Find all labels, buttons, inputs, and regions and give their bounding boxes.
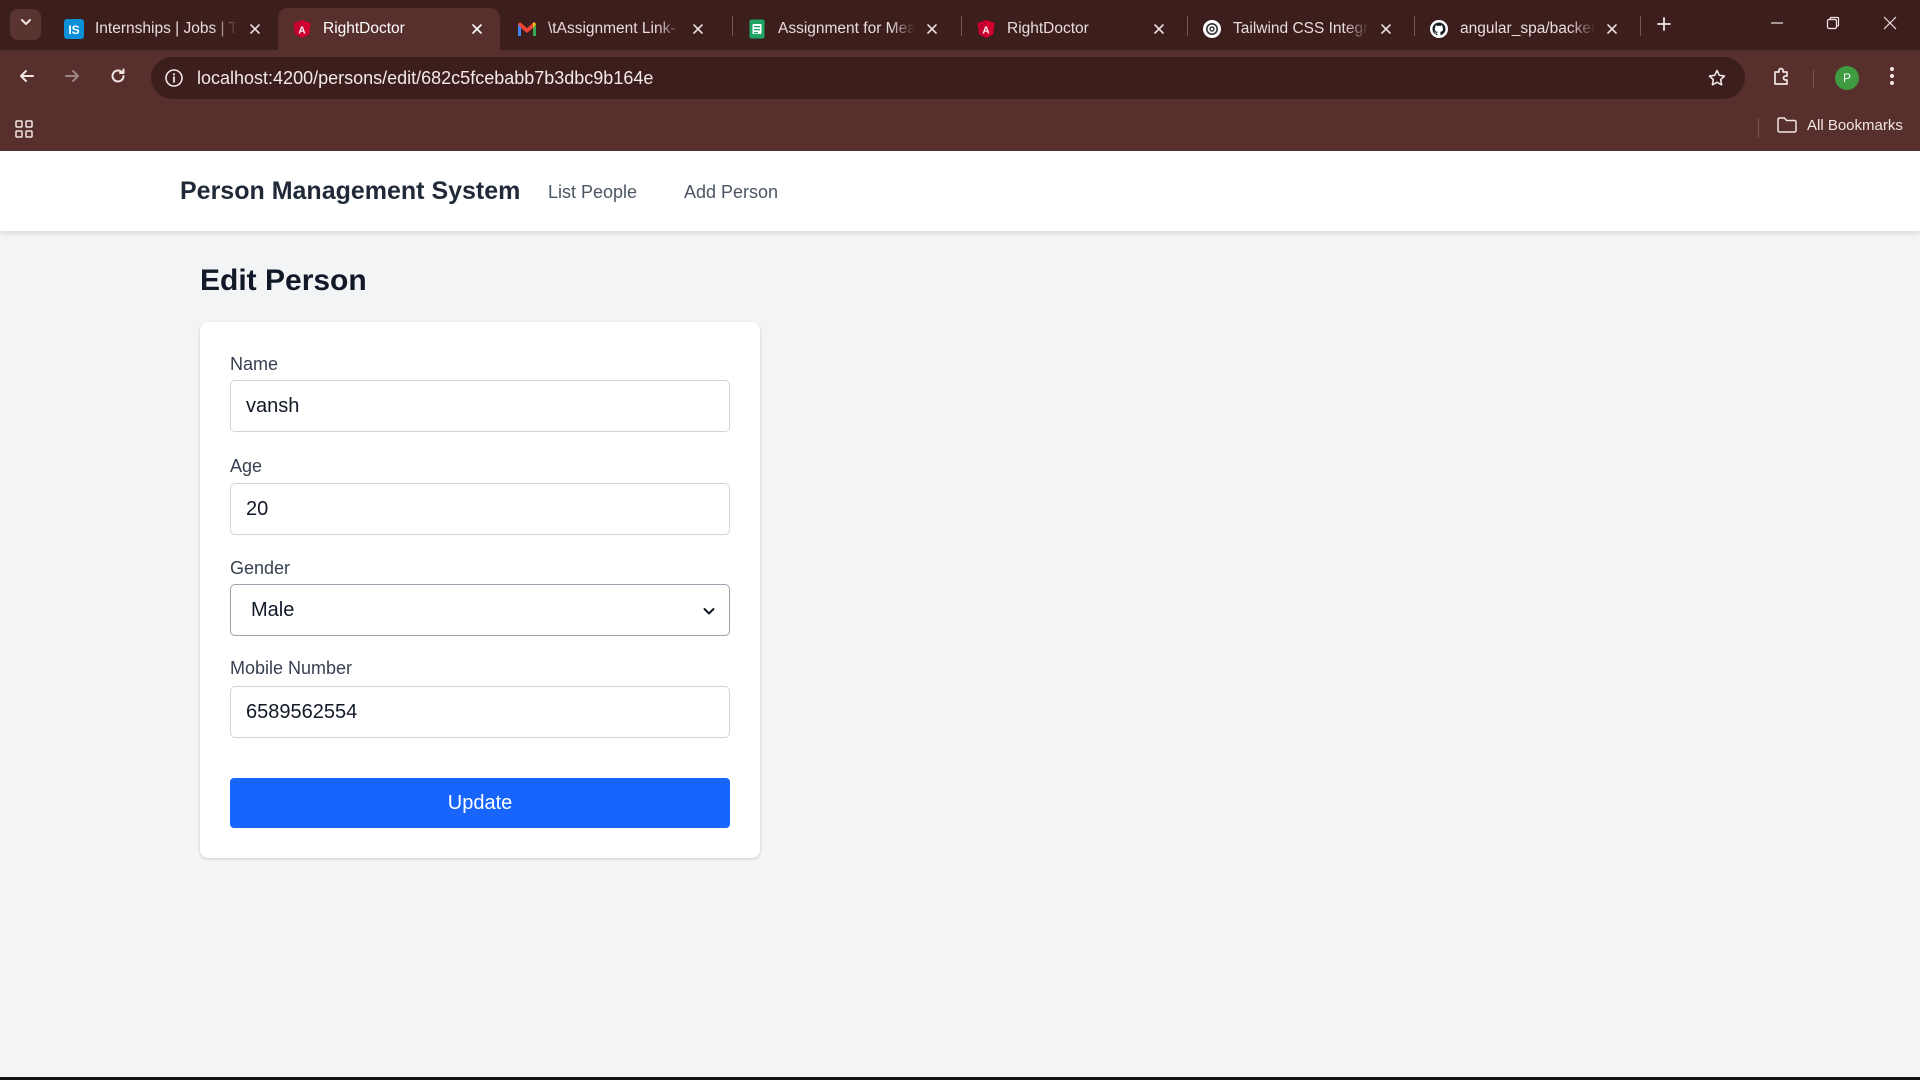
all-bookmarks-button[interactable]: All Bookmarks — [1776, 116, 1903, 134]
browser-tab-tailwind[interactable]: Tailwind CSS Integration — [1188, 8, 1409, 50]
browser-tab-gmail[interactable]: \tAssignment Link- MEAN — [503, 8, 721, 50]
browser-tab-rightdoctor-active[interactable]: A RightDoctor — [278, 8, 500, 50]
mobile-number-label: Mobile Number — [230, 658, 353, 678]
nav-link-list-people[interactable]: List People — [548, 182, 637, 203]
tab-title: RightDoctor — [323, 20, 405, 37]
tab-divider — [1640, 16, 1641, 36]
close-tab-icon[interactable] — [244, 18, 266, 40]
browser-tab-strip: IS Internships | Jobs | Training A Right… — [0, 0, 1920, 50]
svg-text:IS: IS — [68, 23, 79, 37]
close-tab-icon[interactable] — [1601, 18, 1623, 40]
browser-tab-rightdoctor[interactable]: A RightDoctor — [962, 8, 1182, 50]
arrow-left-icon — [17, 66, 37, 91]
tab-title: angular_spa/backend — [1460, 20, 1595, 37]
close-tab-icon[interactable] — [687, 18, 709, 40]
gender-selected-value: Male — [251, 599, 295, 621]
tab-search-button[interactable] — [10, 9, 41, 40]
age-input[interactable] — [230, 483, 730, 535]
google-forms-icon — [747, 19, 767, 39]
restore-icon — [1826, 16, 1840, 35]
github-icon — [1429, 19, 1449, 39]
page-title: Edit Person — [200, 264, 367, 297]
folder-icon — [1776, 116, 1798, 134]
nav-link-add-person[interactable]: Add Person — [684, 182, 778, 203]
extensions-button[interactable] — [1767, 63, 1797, 93]
all-bookmarks-label: All Bookmarks — [1807, 116, 1903, 134]
close-tab-icon[interactable] — [1375, 18, 1397, 40]
browser-menu-button[interactable] — [1877, 63, 1907, 93]
browser-tab-google-forms[interactable]: Assignment for Mean — [733, 8, 955, 50]
profile-avatar[interactable]: P — [1835, 66, 1859, 90]
plus-icon — [1656, 16, 1672, 37]
more-vertical-icon — [1889, 66, 1895, 91]
minimize-window-button[interactable] — [1762, 10, 1792, 40]
arrow-right-icon — [62, 66, 82, 91]
bookmarks-divider — [1758, 118, 1759, 138]
back-button[interactable] — [12, 63, 42, 93]
toolbar-divider — [1813, 70, 1814, 88]
gender-select[interactable]: Male — [230, 584, 730, 636]
svg-text:A: A — [982, 26, 989, 37]
reload-icon — [108, 66, 128, 91]
bookmarks-bar: All Bookmarks — [0, 106, 1920, 151]
angular-icon: A — [976, 19, 996, 39]
browser-toolbar: localhost:4200/persons/edit/682c5fcebabb… — [0, 50, 1920, 106]
app-brand[interactable]: Person Management System — [180, 177, 520, 206]
new-tab-button[interactable] — [1650, 12, 1678, 40]
close-tab-icon[interactable] — [1148, 18, 1170, 40]
tab-title: Internships | Jobs | Training — [95, 20, 238, 37]
apps-grid-icon[interactable] — [12, 117, 36, 141]
close-tab-icon[interactable] — [921, 18, 943, 40]
tab-title: Assignment for Mean — [778, 20, 915, 37]
bookmark-star-icon[interactable] — [1705, 66, 1729, 90]
openai-icon — [1202, 19, 1222, 39]
tab-title: \tAssignment Link- MEAN — [548, 20, 681, 37]
reload-button[interactable] — [103, 63, 133, 93]
restore-window-button[interactable] — [1818, 10, 1848, 40]
chevron-down-icon — [19, 15, 33, 34]
address-url[interactable]: localhost:4200/persons/edit/682c5fcebabb… — [197, 68, 653, 89]
angular-icon: A — [292, 19, 312, 39]
internshala-icon: IS — [64, 19, 84, 39]
tab-title: Tailwind CSS Integration — [1233, 20, 1369, 37]
svg-text:A: A — [298, 26, 305, 37]
chevron-down-icon — [699, 601, 719, 621]
app-navbar: Person Management System List People Add… — [0, 151, 1920, 231]
close-window-button[interactable] — [1875, 10, 1905, 40]
address-bar[interactable]: localhost:4200/persons/edit/682c5fcebabb… — [151, 57, 1745, 99]
age-label: Age — [230, 456, 263, 476]
gmail-icon — [517, 19, 537, 39]
mobile-number-input[interactable] — [230, 686, 730, 738]
gender-label: Gender — [230, 558, 291, 578]
forward-button[interactable] — [57, 63, 87, 93]
close-tab-icon[interactable] — [466, 18, 488, 40]
name-input[interactable] — [230, 380, 730, 432]
site-info-icon[interactable] — [163, 67, 185, 89]
browser-tab-github[interactable]: angular_spa/backend — [1415, 8, 1635, 50]
puzzle-icon — [1771, 65, 1793, 92]
name-label: Name — [230, 354, 279, 374]
tab-title: RightDoctor — [1007, 20, 1089, 37]
browser-tab-internshala[interactable]: IS Internships | Jobs | Training — [50, 8, 278, 50]
edit-person-form: Name Age Gender Male Mobile Number Updat… — [200, 322, 760, 858]
update-button[interactable]: Update — [230, 778, 730, 828]
minimize-icon — [1770, 16, 1784, 35]
close-icon — [1883, 16, 1897, 35]
